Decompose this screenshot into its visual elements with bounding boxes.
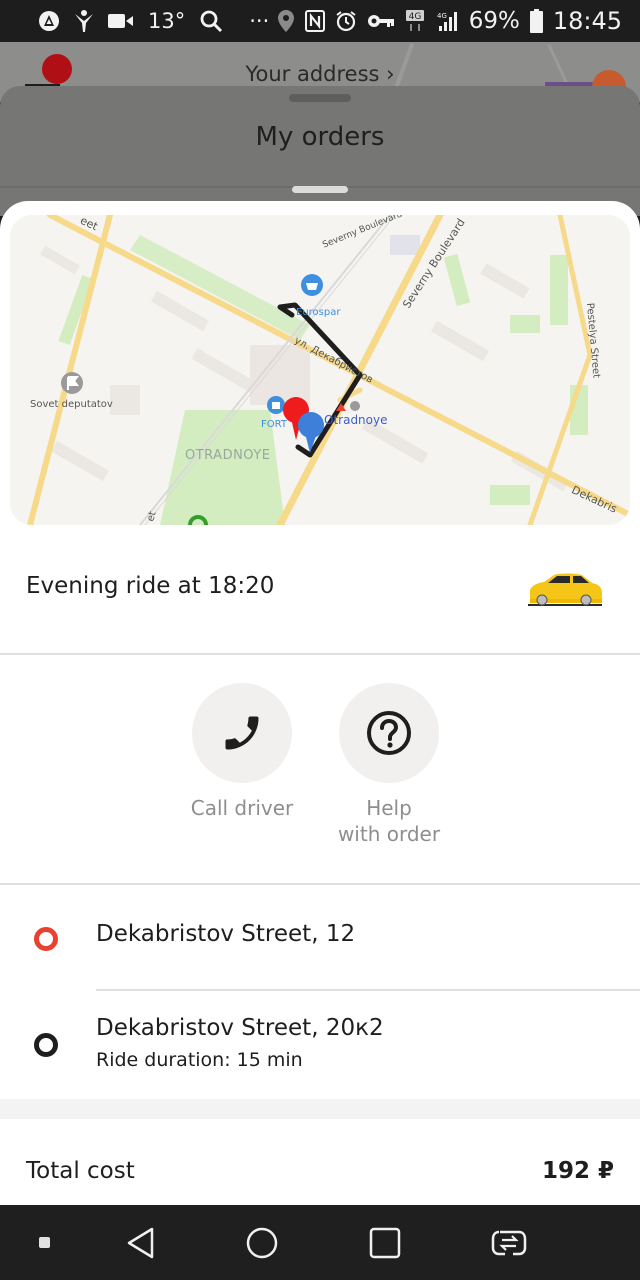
call-driver-circle[interactable] [192, 683, 292, 783]
video-icon [108, 13, 134, 29]
phone-icon [225, 716, 259, 750]
home-button[interactable] [242, 1223, 282, 1263]
route-map[interactable]: eet Severny Boulevard Severny Boulevard … [10, 215, 630, 525]
help-label-line2: with order [337, 822, 441, 846]
signal-icon: 4G [435, 10, 459, 32]
eurospar-poi-icon [301, 274, 323, 296]
dropoff-point-icon [34, 1033, 58, 1057]
route-points: Dekabristov Street, 12 Dekabristov Stree… [0, 885, 640, 1099]
alarm-icon [335, 10, 357, 32]
my-orders-title: My orders [255, 122, 385, 152]
battery-icon [529, 9, 543, 33]
map-canvas [10, 215, 630, 525]
svg-text:4G: 4G [437, 12, 447, 20]
call-driver-label: Call driver [190, 796, 294, 820]
temperature-text: 13° [148, 9, 186, 33]
help-icon [367, 711, 411, 755]
section-gap [0, 1099, 640, 1119]
navigation-bar [0, 1205, 640, 1280]
help-with-order-button[interactable]: Help with order [319, 683, 459, 847]
call-driver-button[interactable]: Call driver [172, 683, 312, 821]
route-separator [96, 989, 640, 991]
more-notifications-icon: ··· [249, 9, 270, 33]
back-button[interactable] [120, 1223, 160, 1263]
activity-icon [74, 9, 94, 33]
help-label-line1: Help [366, 796, 412, 820]
dropoff-address[interactable]: Dekabristov Street, 20к2 [96, 1015, 384, 1041]
switch-app-button[interactable] [489, 1223, 529, 1263]
order-details-drag-handle[interactable] [292, 186, 348, 193]
battery-percent: 69% [468, 8, 520, 34]
clock: 18:45 [552, 7, 622, 35]
help-circle[interactable] [339, 683, 439, 783]
nav-dot-indicator [25, 1223, 65, 1263]
map-label-sovet-deputatov: Sovet deputatov [30, 399, 113, 410]
svg-text:4G: 4G [408, 12, 421, 22]
back-icon [127, 1227, 154, 1259]
fort-poi-icon [267, 396, 285, 414]
ride-title: Evening ride at 18:20 [26, 573, 275, 599]
your-address-link[interactable]: Your address › [0, 62, 640, 86]
network-4g-icon: 4G [405, 9, 425, 33]
ride-duration: Ride duration: 15 min [96, 1049, 303, 1071]
pickup-address[interactable]: Dekabristov Street, 12 [96, 921, 355, 947]
map-label-fort: FORT [261, 419, 287, 430]
map-label-otradnoye-metro: Otradnoye [324, 413, 388, 427]
nfc-icon [304, 10, 325, 32]
map-label-eurospar: Eurospar [296, 307, 341, 318]
recents-icon [369, 1227, 401, 1259]
recents-button[interactable] [365, 1223, 405, 1263]
sovet-deputatov-poi-icon [61, 372, 83, 394]
taxi-car-icon [528, 573, 602, 606]
dot-indicator-icon [39, 1237, 50, 1248]
my-orders-sheet: My orders [0, 86, 640, 216]
vpn-icon [38, 10, 60, 32]
key-icon [367, 13, 395, 29]
pickup-point-icon [34, 927, 58, 951]
home-icon [246, 1227, 278, 1259]
total-cost-value: 192 ₽ [541, 1158, 614, 1184]
status-bar: 13° ··· 4G 4G 69% 18:45 [0, 0, 640, 42]
search-icon [199, 9, 223, 33]
orders-drag-handle[interactable] [289, 94, 351, 102]
location-icon [277, 9, 295, 33]
map-label-district: OTRADNOYE [185, 448, 271, 463]
order-actions: Call driver Help with order [0, 655, 640, 883]
order-details-card: eet Severny Boulevard Severny Boulevard … [0, 201, 640, 1205]
switch-app-icon [491, 1230, 527, 1256]
ride-summary: Evening ride at 18:20 [0, 531, 640, 653]
help-with-order-label: Help with order [319, 795, 459, 847]
total-cost-label: Total cost [26, 1158, 135, 1184]
